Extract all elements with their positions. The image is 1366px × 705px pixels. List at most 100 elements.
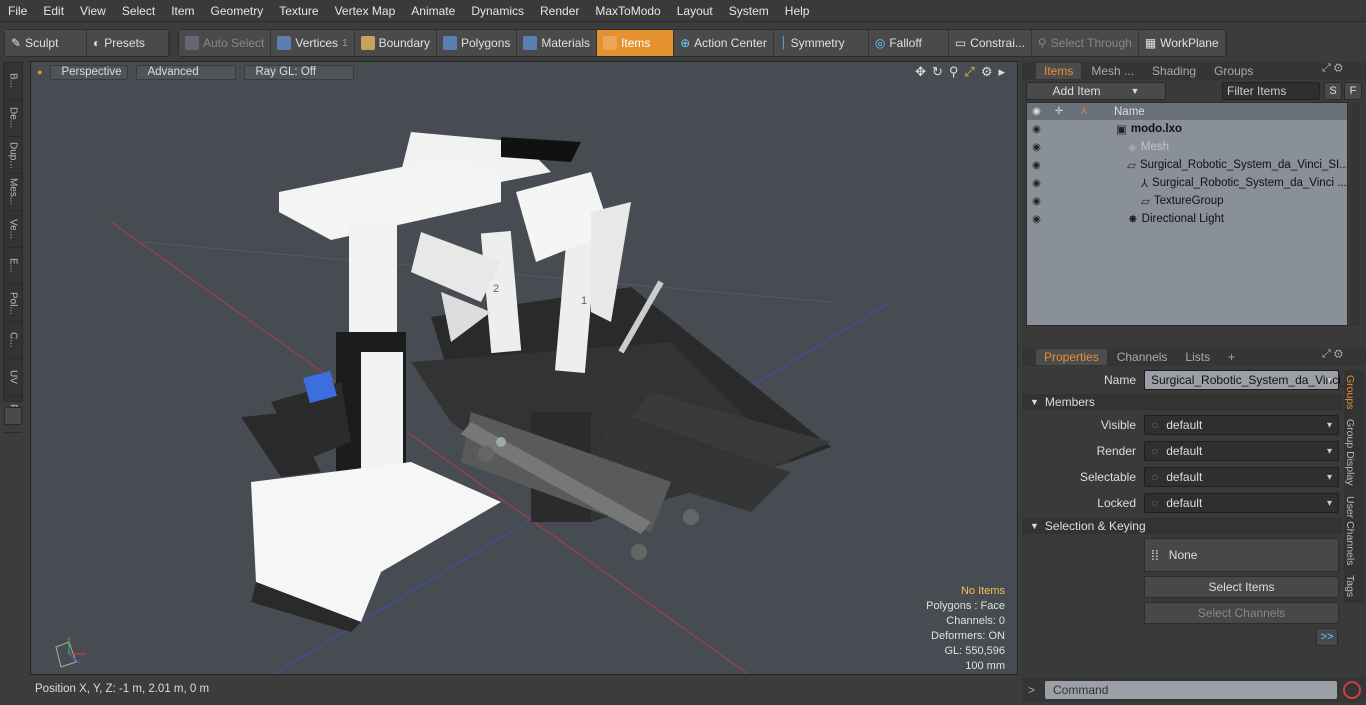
props-tab-1[interactable]: Channels <box>1109 349 1176 365</box>
name-field[interactable]: Surgical_Robotic_System_da_Vinci_SI <box>1144 370 1359 390</box>
tool-tab-6[interactable]: Pol... <box>4 285 22 322</box>
tree-row-label: Surgical_Robotic_System_da_Vinci ... <box>1152 177 1347 189</box>
falloff-button[interactable]: ◎ Falloff <box>868 30 949 56</box>
menu-animate[interactable]: Animate <box>403 4 463 18</box>
action-center-button[interactable]: ⊕ Action Center <box>674 30 774 56</box>
eye-icon[interactable]: ◉ <box>1027 214 1046 225</box>
side-tab-1[interactable]: Group Display <box>1344 414 1356 491</box>
menu-edit[interactable]: Edit <box>35 4 72 18</box>
tool-tab-5[interactable]: E... <box>4 248 22 285</box>
properties-body: Name Surgical_Robotic_System_da_Vinci_SI … <box>1022 368 1359 646</box>
menu-render[interactable]: Render <box>532 4 587 18</box>
viewport-menu-icon[interactable]: ● <box>37 67 42 77</box>
tree-row[interactable]: ◉ ✸ Directional Light <box>1027 210 1347 228</box>
add-item-button[interactable]: Add Item ▼ <box>1026 82 1166 100</box>
side-tab-3[interactable]: Tags <box>1344 570 1356 602</box>
locked-dropdown[interactable]: ○ default <box>1144 493 1339 513</box>
tree-row[interactable]: ◉ ◈ Mesh <box>1027 138 1347 156</box>
symmetry-button[interactable]: ⏐ Symmetry <box>773 30 869 56</box>
items-tab-1[interactable]: Mesh ... <box>1083 63 1142 79</box>
eye-icon[interactable]: ◉ <box>1027 178 1046 189</box>
tree-row[interactable]: ◉ ⅄ Surgical_Robotic_System_da_Vinci ... <box>1027 174 1347 192</box>
command-input[interactable]: Command <box>1045 681 1338 699</box>
zoom-icon[interactable]: ⚲ <box>949 64 959 80</box>
maximize-icon[interactable]: ⤢ <box>964 64 974 80</box>
workplane-button[interactable]: ▦ WorkPlane <box>1138 30 1226 56</box>
tool-tab-0[interactable]: B... <box>4 63 22 100</box>
menu-help[interactable]: Help <box>777 4 818 18</box>
tree-row[interactable]: ◉ ▣ modo.lxo <box>1027 120 1347 138</box>
raygl-button[interactable]: Ray GL: Off <box>244 64 355 80</box>
vertices-button[interactable]: Vertices 1 <box>271 30 355 56</box>
members-section[interactable]: ▼ Members <box>1022 394 1342 410</box>
menu-file[interactable]: File <box>0 4 35 18</box>
render-dropdown[interactable]: ○ default <box>1144 441 1339 461</box>
tool-tab-7[interactable]: C... <box>4 322 22 359</box>
side-tab-2[interactable]: User Channels <box>1344 491 1356 570</box>
tool-tabs-toggle[interactable] <box>4 407 22 425</box>
panel-controls-2[interactable]: ⤢ ⚙ <box>1322 348 1343 361</box>
selection-keying-section[interactable]: ▼ Selection & Keying <box>1022 518 1342 534</box>
menu-maxtomodo[interactable]: MaxToModo <box>587 4 668 18</box>
select-through-button[interactable]: ⚲ Select Through <box>1031 30 1139 56</box>
menu-view[interactable]: View <box>72 4 114 18</box>
menu-geometry[interactable]: Geometry <box>203 4 272 18</box>
tree-row[interactable]: ◉ ▱ TextureGroup <box>1027 192 1347 210</box>
presets-button[interactable]: ◐ Presets <box>87 30 169 56</box>
expand-button[interactable]: >> <box>1316 628 1338 646</box>
tree-row[interactable]: ◉ ▱ Surgical_Robotic_System_da_Vinci_SI... <box>1027 156 1347 174</box>
side-tab-0[interactable]: Groups <box>1344 370 1356 414</box>
tree-row-label: Mesh <box>1140 141 1169 153</box>
items-button[interactable]: Items <box>597 30 675 56</box>
tool-tab-2[interactable]: Dup... <box>4 137 22 174</box>
filter-items-input[interactable]: Filter Items <box>1222 82 1320 100</box>
keying-none-button[interactable]: ⁞⁞ None <box>1144 538 1339 572</box>
sculpt-button[interactable]: ✎ Sculpt <box>5 30 87 56</box>
menu-system[interactable]: System <box>721 4 777 18</box>
rotate-icon[interactable]: ↻ <box>932 64 943 80</box>
polygons-button[interactable]: Polygons <box>437 30 518 56</box>
menu-vertex-map[interactable]: Vertex Map <box>327 4 404 18</box>
tool-tab-1[interactable]: De... <box>4 100 22 137</box>
boundary-button[interactable]: Boundary <box>354 30 437 56</box>
materials-button[interactable]: Materials <box>517 30 598 56</box>
eye-icon[interactable]: ◉ <box>1027 124 1046 135</box>
arrow-right-icon[interactable]: ▸ <box>998 64 1005 80</box>
menu-dynamics[interactable]: Dynamics <box>463 4 532 18</box>
tree-row-label: Surgical_Robotic_System_da_Vinci_SI... <box>1139 159 1347 171</box>
props-tab-0[interactable]: Properties <box>1036 349 1107 365</box>
props-tab-2[interactable]: Lists <box>1177 349 1218 365</box>
view-perspective-button[interactable]: Perspective <box>50 64 129 80</box>
tree-scrollbar[interactable] <box>1350 102 1360 326</box>
eye-icon[interactable]: ◉ <box>1027 160 1046 171</box>
materials-icon <box>523 36 538 50</box>
3d-viewport[interactable]: 2 1 ● Perspective Advanced Ray GL: Off ✥… <box>30 61 1018 675</box>
auto-select-button[interactable]: Auto Select <box>179 30 272 56</box>
visible-dropdown[interactable]: ○ default <box>1144 415 1339 435</box>
menu-layout[interactable]: Layout <box>669 4 721 18</box>
shading-advanced-button[interactable]: Advanced <box>136 64 237 80</box>
select-channels-button[interactable]: Select Channels <box>1144 602 1339 624</box>
menu-texture[interactable]: Texture <box>271 4 326 18</box>
record-icon[interactable] <box>1343 681 1362 699</box>
add-tab-button[interactable]: + <box>1220 349 1243 365</box>
f-button[interactable]: F <box>1344 82 1362 100</box>
select-items-button[interactable]: Select Items <box>1144 576 1339 598</box>
move-icon[interactable]: ✥ <box>915 64 926 80</box>
selectable-dropdown[interactable]: ○ default <box>1144 467 1339 487</box>
eye-icon[interactable]: ◉ <box>1027 196 1046 207</box>
menu-item[interactable]: Item <box>163 4 202 18</box>
items-tab-2[interactable]: Shading <box>1144 63 1204 79</box>
panel-controls[interactable]: ⤢ ⚙ <box>1322 62 1343 75</box>
items-tab-3[interactable]: Groups <box>1206 63 1261 79</box>
toolbar: ✎ Sculpt ◐ Presets Auto Select Vertices 1 B… <box>0 27 1366 59</box>
s-button[interactable]: S <box>1324 82 1342 100</box>
tool-tab-4[interactable]: Ve... <box>4 211 22 248</box>
menu-select[interactable]: Select <box>114 4 163 18</box>
tool-tab-3[interactable]: Mes... <box>4 174 22 211</box>
items-tab-0[interactable]: Items <box>1036 63 1082 79</box>
tool-tab-8[interactable]: UV <box>4 359 22 396</box>
gear-icon[interactable]: ⚙ <box>981 64 993 80</box>
eye-icon[interactable]: ◉ <box>1027 142 1046 153</box>
constraints-button[interactable]: ▭ Constrai... <box>948 30 1032 56</box>
